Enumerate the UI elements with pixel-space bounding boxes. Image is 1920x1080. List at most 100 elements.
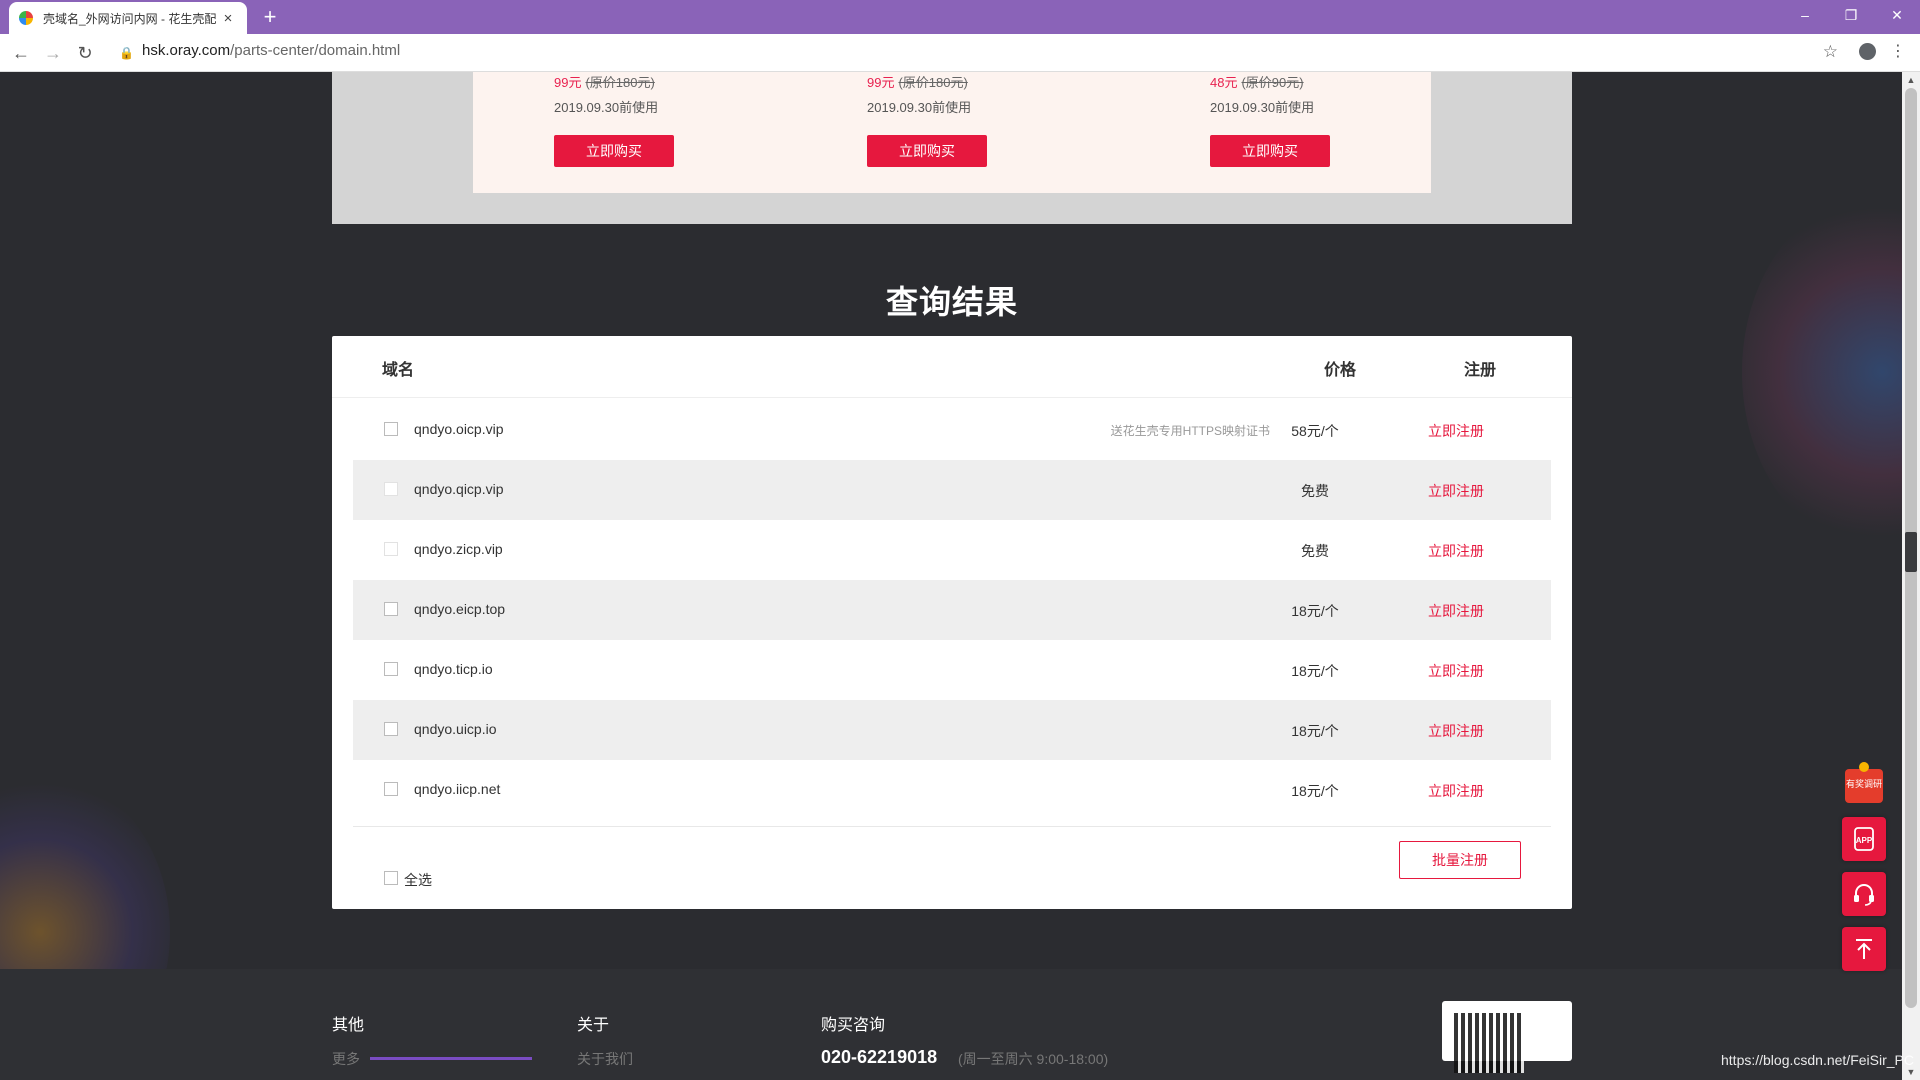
customer-service-button[interactable] [1842, 872, 1886, 916]
register-now-link[interactable]: 立即注册 [1416, 721, 1496, 741]
offer-original-price: (原价90元) [1241, 75, 1304, 90]
back-to-top-button[interactable] [1842, 927, 1886, 971]
register-now-link[interactable]: 立即注册 [1416, 661, 1496, 681]
browser-tab-active[interactable]: 壳域名_外网访问内网 - 花生壳配 × [9, 2, 247, 34]
footer-about-link[interactable]: 关于我们 [577, 1049, 633, 1069]
row-checkbox[interactable] [384, 722, 398, 736]
table-row: qndyo.oicp.vip 送花生壳专用HTTPS映射证书 58元/个 立即注… [353, 400, 1551, 460]
reload-icon[interactable]: ↻ [72, 40, 98, 66]
register-now-link[interactable]: 立即注册 [1416, 781, 1496, 801]
browser-tab-strip: 壳域名_外网访问内网 - 花生壳配 × + – ❐ ✕ [0, 0, 1920, 34]
offer-date: 2019.09.30前使用 [867, 100, 972, 115]
offer-date: 2019.09.30前使用 [1210, 100, 1315, 115]
promo-section: 99元 (原价180元) 2019.09.30前使用 立即购买 99元 (原价180… [332, 72, 1572, 224]
domain-price: 18元/个 [1291, 723, 1339, 739]
register-now-link[interactable]: 立即注册 [1416, 541, 1496, 561]
forward-arrow-icon[interactable]: → [40, 40, 66, 66]
address-bar: ← → ↻ 🔒 hsk.oray.com/parts-center/domain… [0, 34, 1920, 72]
buy-now-button[interactable]: 立即购买 [867, 135, 987, 167]
select-all-label[interactable]: 全选 [404, 870, 432, 890]
offer-price-line: 99元 (原价180元) [867, 72, 987, 91]
promo-offer: 99元 (原价180元) 2019.09.30前使用 立即购买 [867, 72, 987, 167]
page-viewport: 99元 (原价180元) 2019.09.30前使用 立即购买 99元 (原价180… [0, 72, 1902, 1080]
watermark-text: https://blog.csdn.net/FeiSir_PC [1721, 1052, 1914, 1068]
scroll-up-arrow-icon[interactable]: ▲ [1902, 72, 1920, 88]
app-download-button[interactable]: APP [1842, 817, 1886, 861]
arrow-up-icon [1856, 939, 1872, 959]
row-checkbox[interactable] [384, 542, 398, 556]
row-checkbox[interactable] [384, 422, 398, 436]
domain-name: qndyo.uicp.io [414, 721, 497, 737]
batch-register-button[interactable]: 批量注册 [1399, 841, 1521, 879]
register-now-link[interactable]: 立即注册 [1416, 481, 1496, 501]
site-favicon-icon [19, 11, 33, 25]
footer-other-link[interactable]: 更多 [332, 1049, 360, 1069]
account-avatar-icon[interactable] [1859, 43, 1876, 60]
footer-about-heading: 关于 [577, 1017, 610, 1034]
page-footer: 其他 关于 购买咨询 更多 关于我们 020-62219018 (周一至周六 9… [0, 969, 1902, 1080]
new-tab-button[interactable]: + [258, 4, 282, 30]
domain-name: qndyo.qicp.vip [414, 481, 504, 497]
footer-highlight-bar [370, 1057, 532, 1060]
divider [353, 826, 1551, 827]
domain-name: qndyo.eicp.top [414, 601, 506, 617]
promo-offer: 48元 (原价90元) 2019.09.30前使用 立即购买 [1210, 72, 1330, 167]
row-checkbox[interactable] [384, 782, 398, 796]
survey-gift-button[interactable]: 有奖调研 [1842, 762, 1886, 808]
domain-price: 18元/个 [1291, 783, 1339, 799]
results-table: 域名 价格 注册 qndyo.oicp.vip 送花生壳专用HTTPS映射证书 … [332, 336, 1572, 909]
url-field[interactable]: hsk.oray.com/parts-center/domain.html [142, 42, 400, 59]
buy-now-button[interactable]: 立即购买 [1210, 135, 1330, 167]
url-path: /parts-center/domain.html [230, 42, 401, 59]
offer-price-line: 99元 (原价180元) [554, 72, 674, 91]
url-host: hsk.oray.com [142, 42, 231, 59]
row-checkbox[interactable] [384, 482, 398, 496]
app-icon-text: APP [1856, 836, 1873, 845]
table-row: qndyo.iicp.net 18元/个 立即注册 [353, 760, 1551, 820]
back-arrow-icon[interactable]: ← [8, 40, 34, 66]
offer-price: 48元 [1210, 75, 1238, 90]
window-close-button[interactable]: ✕ [1874, 0, 1920, 30]
footer-purchase-heading: 购买咨询 [821, 1017, 886, 1034]
domain-price: 58元/个 [1291, 423, 1339, 439]
footer-other-heading: 其他 [332, 1017, 365, 1034]
offer-original-price: (原价180元) [585, 75, 655, 90]
table-row: qndyo.eicp.top 18元/个 立即注册 [353, 580, 1551, 640]
register-now-link[interactable]: 立即注册 [1416, 421, 1496, 441]
header-domain: 域名 [382, 362, 415, 379]
table-row: qndyo.zicp.vip 免费 立即注册 [353, 520, 1551, 580]
domain-price: 免费 [1301, 483, 1329, 499]
domain-name: qndyo.iicp.net [414, 781, 501, 797]
offer-price: 99元 [867, 75, 895, 90]
row-checkbox[interactable] [384, 662, 398, 676]
window-minimize-button[interactable]: – [1782, 0, 1828, 30]
domain-price: 18元/个 [1291, 603, 1339, 619]
decor-glow-right [1742, 192, 1902, 552]
offer-price: 99元 [554, 75, 582, 90]
register-now-link[interactable]: 立即注册 [1416, 601, 1496, 621]
bookmark-star-icon[interactable]: ☆ [1823, 42, 1838, 62]
select-all-checkbox[interactable] [384, 871, 398, 885]
domain-price: 18元/个 [1291, 663, 1339, 679]
table-row: qndyo.qicp.vip 免费 立即注册 [353, 460, 1551, 520]
domain-name: qndyo.oicp.vip [414, 421, 504, 437]
domain-name: qndyo.zicp.vip [414, 541, 503, 557]
promo-offer: 99元 (原价180元) 2019.09.30前使用 立即购买 [554, 72, 674, 167]
header-register: 注册 [1464, 362, 1497, 379]
domain-name: qndyo.ticp.io [414, 661, 493, 677]
row-checkbox[interactable] [384, 602, 398, 616]
browser-menu-icon[interactable]: ⋮ [1890, 41, 1906, 61]
tab-close-icon[interactable]: × [219, 10, 237, 27]
domain-note: 送花生壳专用HTTPS映射证书 [1110, 424, 1270, 438]
table-header: 域名 价格 注册 [332, 336, 1572, 398]
lock-icon: 🔒 [119, 46, 134, 60]
qr-code-pattern [1454, 1013, 1524, 1073]
vertical-scrollbar[interactable]: ▲ ▼ [1902, 72, 1920, 1080]
buy-now-button[interactable]: 立即购买 [554, 135, 674, 167]
domain-price: 免费 [1301, 543, 1329, 559]
headset-icon [1854, 884, 1874, 906]
window-restore-button[interactable]: ❐ [1828, 0, 1874, 30]
gift-icon: 有奖调研 [1845, 762, 1883, 803]
side-handle[interactable] [1905, 532, 1917, 572]
table-row: qndyo.uicp.io 18元/个 立即注册 [353, 700, 1551, 760]
